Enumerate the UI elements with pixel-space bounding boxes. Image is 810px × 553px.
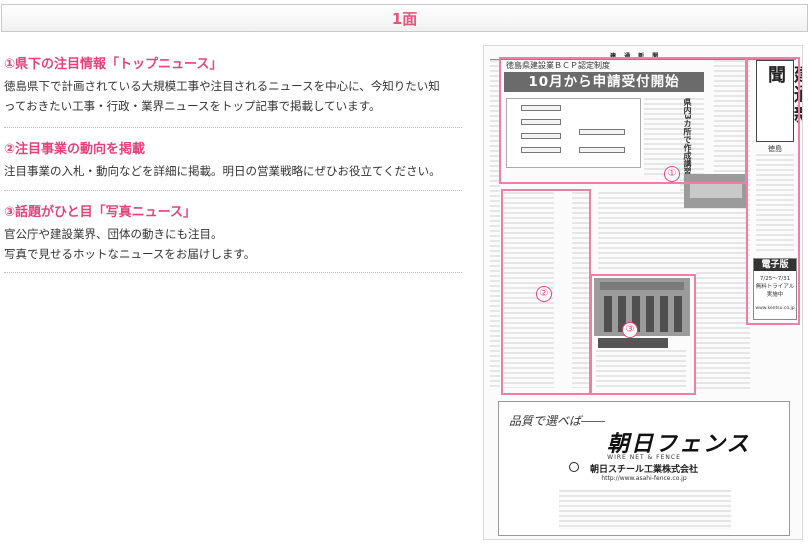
newspaper-front-page-image: 建 通 新 聞 徳島県建設業ＢＣＰ認定制度 10月から申請受付開始 県内3カ所で…	[483, 45, 803, 540]
section-body: 官公庁や建設業界、団体の動きにも注目。 写真で見せるホットなニュースをお届けしま…	[4, 224, 462, 264]
section-body: 徳島県下で計画されている大規模工事や注目されるニュースを中心に、今知りたい知 っ…	[4, 76, 462, 116]
section-divider	[4, 190, 462, 191]
section-body-line: 徳島県下で計画されている大規模工事や注目されるニュースを中心に、今知りたい知	[4, 79, 440, 93]
ad-url: http://www.asahi-fence.co.jp	[601, 475, 687, 482]
section-body-line: 写真で見せるホットなニュースをお届けします。	[4, 247, 256, 261]
page-header-bar: 1面	[1, 4, 808, 32]
section-body-line: 官公庁や建設業界、団体の動きにも注目。	[4, 227, 223, 241]
section-body-line: 注目事業の入札・動向などを詳細に掲載。明日の営業戦略にぜひお役立てください。	[4, 164, 441, 178]
section-project-trends: ②注目事業の動向を掲載 注目事業の入札・動向などを詳細に掲載。明日の営業戦略にぜ…	[4, 142, 462, 181]
section-title: ③話題がひと目「写真ニュース」	[4, 205, 196, 220]
section-body-line: っておきたい工事・行政・業界ニュースをトップ記事で掲載しています。	[4, 99, 381, 113]
text-column	[696, 272, 750, 390]
section-top-news: ①県下の注目情報「トップニュース」 徳島県下で計画されている大規模工事や注目され…	[4, 57, 462, 116]
section-body: 注目事業の入札・動向などを詳細に掲載。明日の営業戦略にぜひお役立てください。	[4, 161, 462, 181]
advertisement-box: 品質で選べば―― 朝日フェンス WIRE NET & FENCE 朝日スチール工…	[498, 401, 790, 536]
section-divider	[4, 272, 462, 273]
highlight-photo-news	[590, 274, 696, 395]
section-title: ②注目事業の動向を掲載	[4, 142, 146, 157]
callout-badge-3: ③	[622, 322, 638, 338]
ad-company-name: 朝日スチール工業株式会社	[589, 465, 698, 475]
callout-badge-1: ①	[664, 166, 680, 182]
callout-badge-2: ②	[536, 286, 552, 302]
highlight-masthead	[746, 57, 800, 325]
ad-catchphrase: 品質で選べば――	[509, 414, 606, 428]
section-photo-news: ③話題がひと目「写真ニュース」 官公庁や建設業界、団体の動きにも注目。 写真で見…	[4, 205, 462, 264]
highlight-top-news	[499, 57, 747, 184]
page-title: 1面	[391, 9, 418, 28]
ad-tagline: WIRE NET & FENCE	[607, 454, 681, 461]
section-divider	[4, 127, 462, 128]
section-title: ①県下の注目情報「トップニュース」	[4, 57, 223, 72]
ad-address-text	[559, 490, 731, 530]
